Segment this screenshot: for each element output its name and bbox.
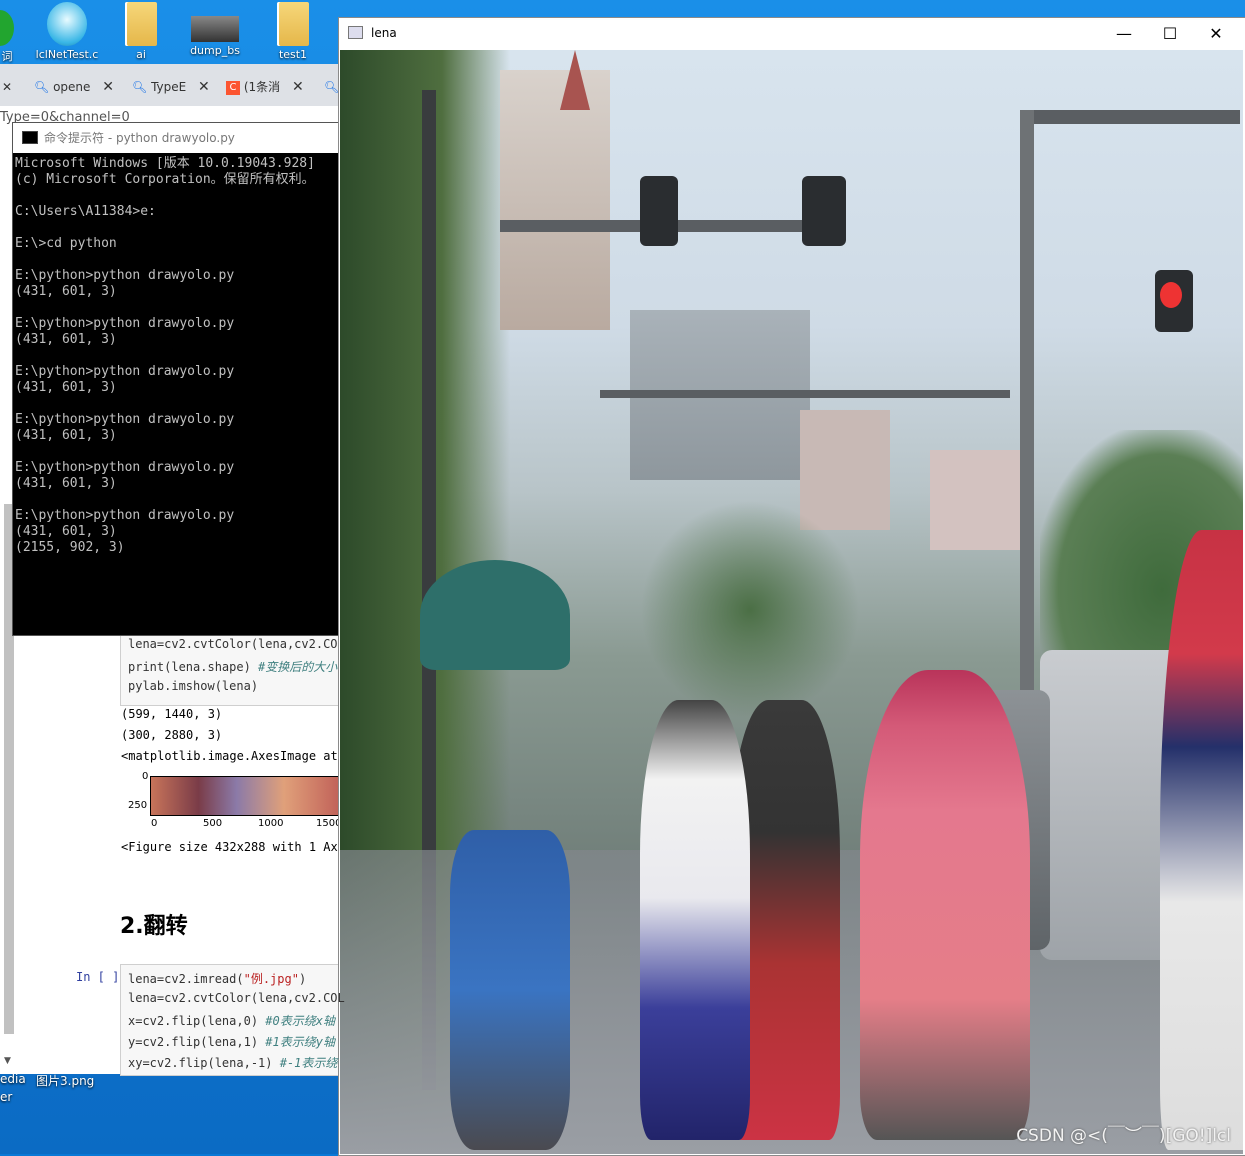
search-icon[interactable]: 🔍︎ (324, 72, 339, 102)
rider-red-helmet (1160, 530, 1243, 1150)
output-line: <matplotlib.image.AxesImage at (121, 749, 338, 763)
x-tick-label: 1000 (258, 818, 284, 829)
desktop-icon-label-edia[interactable]: edia (0, 1072, 26, 1086)
desktop-icon-test1[interactable]: test1 (258, 2, 328, 61)
image-window[interactable]: lena — ☐ ✕ CSDN @<(￣︶￣)[GO!]lcl (338, 17, 1245, 1156)
desktop-icon-label: dump_bs (190, 44, 240, 57)
app-icon (0, 2, 27, 46)
blue-scooter (450, 830, 570, 1150)
code-text: y=cv2.flip(lena,1) (128, 1035, 266, 1049)
code-line: print(lena.shape) #变换后的大小 (128, 658, 337, 675)
y-tick-label: 250 (128, 800, 148, 811)
code-text: x=cv2.flip(lena,0) (128, 1014, 266, 1028)
csdn-icon: C (226, 80, 240, 95)
plot-image (150, 776, 342, 816)
y-tick-label: 0 (142, 771, 149, 782)
umbrella (420, 560, 570, 670)
close-button[interactable]: ✕ (1193, 18, 1239, 49)
desktop-icon-label: test1 (278, 48, 308, 61)
tab-close-icon[interactable]: ✕ (2, 72, 12, 102)
code-line: lena=cv2.imread("例.jpg") (128, 970, 306, 987)
drive-icon (191, 16, 239, 42)
desktop-icon-ai[interactable]: ai (106, 2, 176, 61)
desktop-icon-label: lclNetTest.c (35, 48, 99, 61)
cmd-window[interactable]: 命令提示符 - python drawyolo.py Microsoft Win… (12, 122, 340, 636)
code-comment: #变换后的大小 (258, 660, 338, 674)
section-heading: 2.翻转 (120, 914, 188, 939)
code-line: xy=cv2.flip(lena,-1) #-1表示绕 (128, 1054, 337, 1071)
output-line: (599, 1440, 3) (121, 707, 223, 721)
rider-white-shirt (640, 700, 750, 1140)
code-text: ) (298, 972, 307, 986)
street-photo: CSDN @<(￣︶￣)[GO!]lcl (340, 50, 1243, 1154)
close-icon[interactable]: ✕ (102, 79, 114, 95)
code-text: lena=cv2.imread( (128, 972, 244, 986)
folder-icon (277, 2, 309, 46)
code-line: lena=cv2.cvtColor(lena,cv2.COL (128, 637, 345, 651)
x-tick-label: 500 (203, 818, 223, 829)
rider-pink (860, 670, 1030, 1140)
tab-typeerror[interactable]: 🔍︎ TypeE ✕ (132, 72, 210, 102)
code-line: pylab.imshow(lena) (128, 679, 259, 693)
minimize-button[interactable]: — (1101, 18, 1147, 49)
tab-opencv[interactable]: 🔍︎ opene ✕ (34, 72, 114, 102)
desktop-icon-label-er[interactable]: er (0, 1090, 12, 1104)
signal-arm (600, 390, 1010, 398)
maximize-button[interactable]: ☐ (1147, 18, 1193, 49)
cmd-title: 命令提示符 - python drawyolo.py (44, 131, 235, 145)
traffic-light (802, 176, 846, 246)
trees-center (640, 500, 860, 720)
cmd-title-bar[interactable]: 命令提示符 - python drawyolo.py (13, 123, 339, 153)
code-comment: #0表示绕x轴 (265, 1014, 335, 1028)
window-icon (348, 26, 363, 39)
x-tick-label: 0 (151, 818, 158, 829)
output-line: <Figure size 432x288 with 1 Axe (121, 840, 345, 854)
building (500, 70, 610, 330)
close-icon[interactable]: ✕ (198, 79, 210, 95)
disc-icon (47, 2, 87, 46)
tab-csdn[interactable]: C (1条消 ✕ (226, 72, 304, 102)
desktop-icon-dump-bs[interactable]: dump_bs (180, 2, 250, 57)
search-icon: 🔍︎ (34, 80, 50, 94)
code-text: print(lena.shape) (128, 660, 259, 674)
desktop-icon-label-image3[interactable]: 图片3.png (36, 1072, 94, 1089)
code-string: "例.jpg" (243, 972, 299, 986)
traffic-light (640, 176, 678, 246)
desktop-icon-lclnettest[interactable]: lclNetTest.c (32, 2, 102, 61)
scroll-down-icon[interactable]: ▼ (4, 1056, 11, 1066)
tab-strip: ✕ 🔍︎ opene ✕ 🔍︎ TypeE ✕ C (1条消 ✕ 🔍︎ (0, 64, 345, 106)
code-comment: #-1表示绕 (279, 1056, 338, 1070)
code-text: lena=cv2.cvtColor(lena,cv2.COL (128, 991, 345, 1005)
desktop-icon-label: ai (136, 48, 146, 61)
tab-label: TypeE (151, 80, 187, 94)
tab-label: (1条消 (243, 80, 281, 94)
code-text: xy=cv2.flip(lena,-1) (128, 1056, 280, 1070)
red-light (1160, 282, 1182, 308)
watermark: CSDN @<(￣︶￣)[GO!]lcl (1016, 1126, 1231, 1146)
signal-arm (1020, 110, 1240, 124)
input-prompt: In [ ] (76, 970, 120, 984)
code-line: y=cv2.flip(lena,1) #1表示绕y轴 (128, 1033, 335, 1050)
code-line: lena=cv2.cvtColor(lena,cv2.COL (128, 991, 345, 1005)
window-title-bar[interactable]: lena — ☐ ✕ (339, 18, 1245, 49)
building (930, 450, 1020, 550)
output-line: (300, 2880, 3) (121, 728, 223, 742)
tab-label: opene (53, 80, 91, 94)
window-title: lena (371, 26, 397, 40)
search-icon: 🔍︎ (132, 80, 148, 94)
terminal-icon (22, 131, 38, 144)
folder-icon (125, 2, 157, 46)
desktop-icon-label: 词 (1, 50, 13, 63)
close-icon[interactable]: ✕ (292, 79, 304, 95)
code-comment: #1表示绕y轴 (265, 1035, 335, 1049)
cmd-output[interactable]: Microsoft Windows [版本 10.0.19043.928] (c… (15, 156, 337, 631)
code-line: x=cv2.flip(lena,0) #0表示绕x轴 (128, 1012, 335, 1029)
